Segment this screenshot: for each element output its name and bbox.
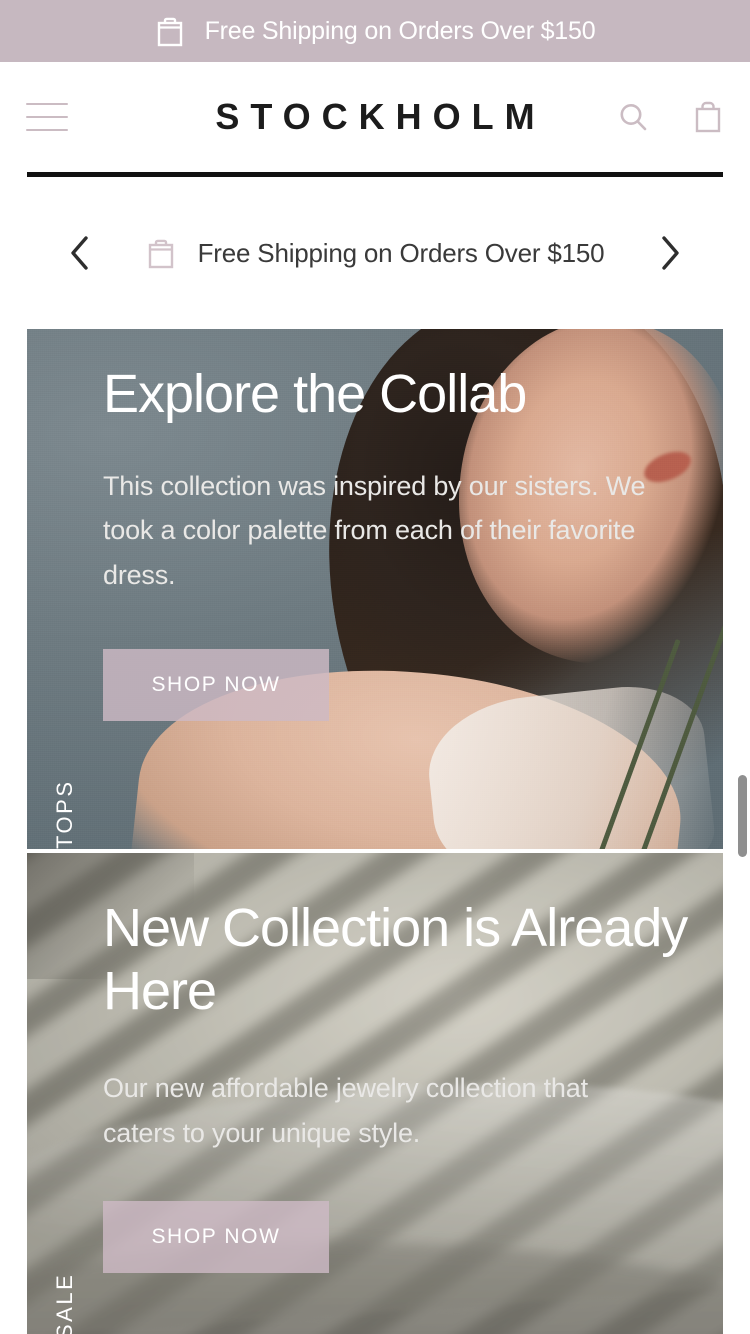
hero-subtitle: Our new affordable jewelry collection th… bbox=[103, 1073, 588, 1148]
mobile-storefront-screen: Free Shipping on Orders Over $150 STOCKH… bbox=[0, 0, 750, 1334]
site-header: STOCKHOLM bbox=[0, 62, 750, 172]
hero-category-tag: TOPS bbox=[27, 329, 103, 849]
announcement-bar: Free Shipping on Orders Over $150 bbox=[0, 0, 750, 62]
hero-category-tag: SALE bbox=[27, 853, 103, 1334]
announcement-text: Free Shipping on Orders Over $150 bbox=[204, 16, 596, 45]
promo-carousel: Free Shipping on Orders Over $150 bbox=[0, 177, 750, 329]
shopping-bag-icon bbox=[155, 14, 185, 48]
hero-banner-tops[interactable]: TOPS Explore the Collab This collection … bbox=[27, 329, 723, 849]
hero-subtitle: This collection was inspired by our sist… bbox=[103, 470, 646, 590]
hero-category-label: SALE bbox=[52, 1272, 77, 1334]
cart-shopping-bag-icon[interactable] bbox=[692, 98, 724, 136]
shop-now-button[interactable]: SHOP NOW bbox=[103, 1201, 329, 1274]
hero-title: Explore the Collab bbox=[103, 364, 527, 424]
header-actions bbox=[616, 98, 724, 136]
hero-banner-sale[interactable]: SALE New Collection is Already Here Our … bbox=[27, 853, 723, 1334]
page-scrollbar[interactable] bbox=[738, 775, 747, 857]
search-icon[interactable] bbox=[616, 100, 650, 134]
hamburger-menu-icon[interactable] bbox=[26, 103, 72, 131]
hero-section-list: TOPS Explore the Collab This collection … bbox=[0, 329, 750, 1334]
shop-now-button[interactable]: SHOP NOW bbox=[103, 649, 329, 722]
carousel-text: Free Shipping on Orders Over $150 bbox=[197, 237, 605, 268]
carousel-next-chevron-right-icon[interactable] bbox=[650, 233, 690, 273]
hero-category-label: TOPS bbox=[52, 779, 77, 849]
hero-title: New Collection is Already Here bbox=[103, 898, 688, 1021]
carousel-prev-chevron-left-icon[interactable] bbox=[60, 233, 100, 273]
carousel-shopping-bag-icon bbox=[146, 236, 176, 270]
carousel-slide: Free Shipping on Orders Over $150 bbox=[100, 236, 650, 270]
